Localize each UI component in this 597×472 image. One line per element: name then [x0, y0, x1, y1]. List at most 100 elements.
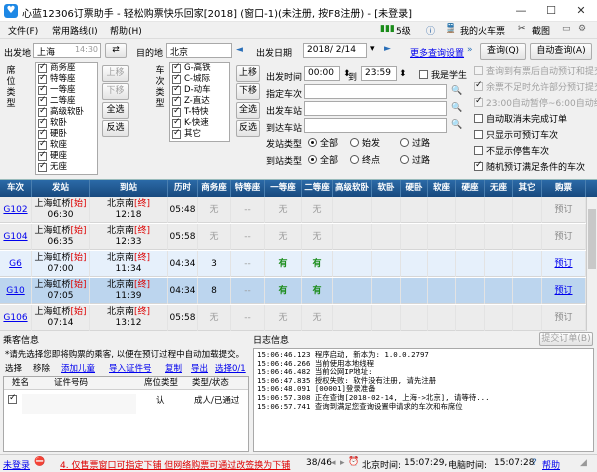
student-checkbox[interactable]: 我是学生: [419, 68, 467, 81]
col-header[interactable]: 车次: [0, 180, 32, 197]
import-id-link[interactable]: 导入证件号: [109, 362, 152, 374]
select-count-link[interactable]: 选择0/1: [215, 362, 246, 374]
col-header[interactable]: 发站: [32, 180, 90, 197]
train-invert-button[interactable]: 反选: [236, 120, 260, 137]
notice-text[interactable]: 4. 仅售票窗口可指定下铺 但网络购票可通过改签换为下铺: [60, 458, 290, 471]
to-input[interactable]: 北京: [166, 43, 232, 58]
seat-type-checkbox[interactable]: [38, 106, 47, 117]
copy-link[interactable]: 复制: [165, 362, 182, 374]
seat-type-checkbox[interactable]: [38, 150, 47, 161]
seat-type-checkbox[interactable]: [38, 63, 47, 73]
col-header[interactable]: 特等座: [231, 180, 265, 197]
train-up-button[interactable]: 上移: [236, 65, 260, 82]
option-checkbox[interactable]: 余票不足时允许部分预订提交: [474, 80, 597, 93]
arrive-type-end-radio[interactable]: 终点: [350, 153, 380, 166]
settings-icon[interactable]: ⚙: [578, 24, 586, 34]
col-header[interactable]: 一等座: [265, 180, 302, 197]
time-to-input[interactable]: 23:59: [361, 66, 397, 81]
depart-type-pass-radio[interactable]: 过路: [400, 136, 430, 149]
maximize-icon[interactable]: ☐: [536, 0, 566, 22]
swap-button[interactable]: ⇄: [105, 43, 127, 58]
seat-type-checkbox[interactable]: [38, 84, 47, 95]
menu-file[interactable]: 文件(F): [8, 24, 38, 37]
date-input[interactable]: 2018/ 2/14: [303, 43, 367, 58]
passenger-row[interactable]: 认 成人/已通过: [4, 391, 248, 417]
col-header[interactable]: 硬卧: [401, 180, 428, 197]
train-no-input[interactable]: [304, 84, 447, 99]
book-button[interactable]: 预订: [542, 197, 586, 223]
col-header[interactable]: 到站: [90, 180, 168, 197]
train-select-all-button[interactable]: 全选: [236, 102, 260, 119]
arrive-type-all-radio[interactable]: 全部: [308, 153, 338, 166]
depart-station-input[interactable]: [304, 101, 447, 116]
seat-invert-button[interactable]: 反选: [102, 120, 129, 137]
col-header[interactable]: 二等座: [302, 180, 333, 197]
export-link[interactable]: 导出: [191, 362, 208, 374]
resize-grip-icon[interactable]: ◢: [580, 458, 587, 468]
question-icon[interactable]: ⓘ: [426, 24, 435, 37]
select-action[interactable]: 选择: [5, 362, 22, 374]
minimize-icon[interactable]: —: [506, 0, 536, 22]
table-row[interactable]: G106 上海虹桥[始] 07:14 北京南[终] 13:12 05:58 无 -- 无无预订: [0, 305, 597, 331]
col-header[interactable]: 软卧: [372, 180, 401, 197]
search-train-icon[interactable]: 🔍: [451, 86, 462, 96]
seat-type-checkbox[interactable]: [38, 95, 47, 106]
calendar-next-icon[interactable]: ►: [384, 44, 391, 54]
notice-prev-icon[interactable]: ◂: [331, 458, 336, 468]
calendar-prev-icon[interactable]: ◄: [236, 45, 243, 55]
seat-down-button[interactable]: 下移: [102, 83, 129, 100]
arrive-station-input[interactable]: [304, 118, 447, 133]
table-scrollbar[interactable]: [586, 197, 597, 331]
train-number-link[interactable]: G102: [0, 197, 32, 223]
train-number-link[interactable]: G10: [0, 278, 32, 304]
seat-type-checkbox[interactable]: [38, 117, 47, 128]
train-down-button[interactable]: 下移: [236, 83, 260, 100]
col-header[interactable]: 硬座: [456, 180, 485, 197]
seat-type-checkbox[interactable]: [38, 161, 47, 172]
option-checkbox[interactable]: 随机预订满足条件的车次: [474, 160, 585, 173]
option-checkbox[interactable]: 自动取消未完成订单: [474, 112, 567, 125]
train-number-link[interactable]: G6: [0, 251, 32, 277]
col-header[interactable]: 商务座: [198, 180, 231, 197]
query-button[interactable]: 查询(Q): [480, 43, 526, 60]
table-row[interactable]: G6 上海虹桥[始] 07:00 北京南[终] 11:34 04:34 3 -- 有有预订: [0, 251, 597, 277]
train-type-checkbox[interactable]: [172, 128, 181, 139]
table-scroll-thumb[interactable]: [588, 209, 596, 269]
login-status-link[interactable]: 未登录: [3, 458, 30, 471]
book-button[interactable]: 预订: [542, 278, 586, 304]
menu-help[interactable]: 帮助(H): [110, 24, 142, 37]
option-checkbox[interactable]: 23:00自动暂停~6:00自动继续: [474, 96, 597, 109]
train-type-checkbox[interactable]: [172, 117, 181, 128]
more-settings-link[interactable]: 更多查询设置: [410, 46, 464, 59]
seat-type-checkbox[interactable]: [38, 139, 47, 150]
table-row[interactable]: G104 上海虹桥[始] 06:35 北京南[终] 12:33 05:58 无 -- 无无预订: [0, 224, 597, 250]
depart-type-all-radio[interactable]: 全部: [308, 136, 338, 149]
time-from-input[interactable]: 00:00: [304, 66, 340, 81]
train-type-checkbox[interactable]: [172, 95, 181, 106]
seat-up-button[interactable]: 上移: [102, 65, 129, 82]
passenger-checkbox[interactable]: [8, 393, 17, 404]
train-type-checkbox[interactable]: [172, 63, 181, 73]
screenshot-link[interactable]: 截图: [532, 24, 550, 37]
col-header[interactable]: 高级软卧: [333, 180, 372, 197]
book-button[interactable]: 预订: [542, 305, 586, 331]
option-checkbox[interactable]: 不显示停售车次: [474, 144, 549, 157]
col-header[interactable]: 其它: [513, 180, 542, 197]
col-header[interactable]: 无座: [485, 180, 513, 197]
col-header[interactable]: 软座: [428, 180, 456, 197]
seat-type-item[interactable]: 无座: [36, 161, 97, 173]
seat-type-checkbox[interactable]: [38, 73, 47, 84]
arrive-type-pass-radio[interactable]: 过路: [400, 153, 430, 166]
col-header[interactable]: 历时: [168, 180, 198, 197]
remove-action[interactable]: 移除: [33, 362, 50, 374]
menu-routes[interactable]: 常用路线(I): [52, 24, 98, 37]
train-type-checkbox[interactable]: [172, 106, 181, 117]
option-checkbox[interactable]: 查询到有票后自动预订和提交: [474, 64, 597, 77]
book-button[interactable]: 预订: [542, 224, 586, 250]
seat-type-checkbox[interactable]: [38, 128, 47, 139]
time-to-spinner-icon[interactable]: ⬍: [399, 69, 407, 79]
search-depart-station-icon[interactable]: 🔍: [451, 103, 462, 113]
train-number-link[interactable]: G104: [0, 224, 32, 250]
table-row[interactable]: G10 上海虹桥[始] 07:05 北京南[终] 11:39 04:34 8 -- 有有预订: [0, 278, 597, 304]
train-type-item[interactable]: 其它: [170, 128, 229, 140]
